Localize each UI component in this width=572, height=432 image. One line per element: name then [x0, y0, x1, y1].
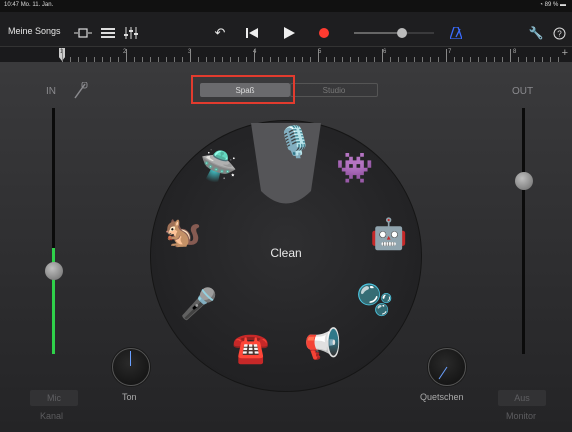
input-level-track[interactable] — [52, 108, 55, 354]
output-label: OUT — [512, 86, 534, 97]
timeline-ruler[interactable]: 1 2 3 4 5 6 7 8 + — [0, 46, 572, 63]
bubbles-icon[interactable]: 🫧 — [356, 286, 393, 316]
highlight-box — [191, 75, 295, 104]
play-icon[interactable] — [281, 26, 297, 40]
ruler-tick — [254, 49, 255, 62]
rewind-icon[interactable] — [244, 26, 260, 40]
metronome-icon[interactable] — [448, 26, 464, 40]
ruler-tick — [382, 49, 383, 62]
battery-indicator: ◔ 89 % ▬ — [539, 2, 566, 8]
squeeze-knob[interactable] — [428, 348, 466, 386]
microphone-icon[interactable]: 🎙️ — [276, 128, 313, 158]
help-icon[interactable]: ? — [551, 26, 567, 40]
input-label: IN — [46, 86, 56, 97]
ruler-tick — [62, 49, 63, 62]
mode-studio-tab[interactable]: Studio — [290, 83, 378, 97]
ruler-tick — [510, 49, 511, 62]
record-icon[interactable] — [316, 26, 332, 40]
status-bar: 10:47 Mo. 11. Jan. ◔ 89 % ▬ — [0, 0, 572, 12]
bar-number: 6 — [383, 49, 387, 55]
alien-ufo-icon[interactable]: 🛸 — [200, 152, 237, 182]
squirrel-icon[interactable]: 🐿️ — [164, 218, 201, 248]
volume-slider-thumb[interactable] — [397, 28, 407, 38]
mic-channel-button[interactable]: Mic — [30, 390, 78, 406]
squeeze-label: Quetschen — [420, 392, 464, 402]
status-time: 10:47 Mo. 11. Jan. — [4, 2, 54, 8]
undo-icon[interactable]: ↶ — [212, 25, 228, 40]
ruler-tick — [446, 49, 447, 62]
telephone-icon[interactable]: ☎️ — [232, 334, 269, 364]
channel-label: Kanal — [40, 411, 64, 421]
monster-icon[interactable]: 👾 — [336, 154, 373, 184]
input-settings-icon[interactable] — [72, 81, 88, 100]
ruler-tick — [318, 49, 319, 62]
ruler-tick — [190, 49, 191, 62]
ruler-tick — [126, 49, 127, 62]
mixer-icon[interactable] — [123, 26, 139, 40]
megaphone-icon[interactable]: 📢 — [304, 330, 341, 360]
bar-number: 8 — [513, 49, 517, 55]
output-level-track[interactable] — [522, 108, 525, 354]
input-level-thumb[interactable] — [45, 262, 63, 280]
my-songs-button[interactable]: Meine Songs — [8, 26, 61, 36]
toolbar: Meine Songs ↶ 🔧 ? — [0, 12, 572, 46]
settings-wrench-icon[interactable]: 🔧 — [528, 26, 544, 40]
current-effect-label: Clean — [270, 246, 302, 260]
tracks-icon[interactable] — [100, 26, 116, 40]
robot-icon[interactable]: 🤖 — [370, 220, 407, 250]
monitor-label: Monitor — [506, 411, 537, 421]
view-toggle-icon[interactable] — [72, 26, 94, 40]
bar-number: 7 — [448, 49, 452, 55]
monitor-button[interactable]: Aus — [498, 390, 546, 406]
add-section-button[interactable]: + — [562, 47, 568, 59]
output-level-thumb[interactable] — [515, 172, 533, 190]
mic-star-icon[interactable]: 🎤 — [180, 290, 217, 320]
tone-knob[interactable] — [112, 348, 150, 386]
svg-text:?: ? — [557, 29, 562, 38]
voice-effect-wheel[interactable]: Clean — [150, 120, 422, 392]
tone-label: Ton — [122, 392, 137, 402]
volume-slider[interactable] — [354, 28, 434, 38]
